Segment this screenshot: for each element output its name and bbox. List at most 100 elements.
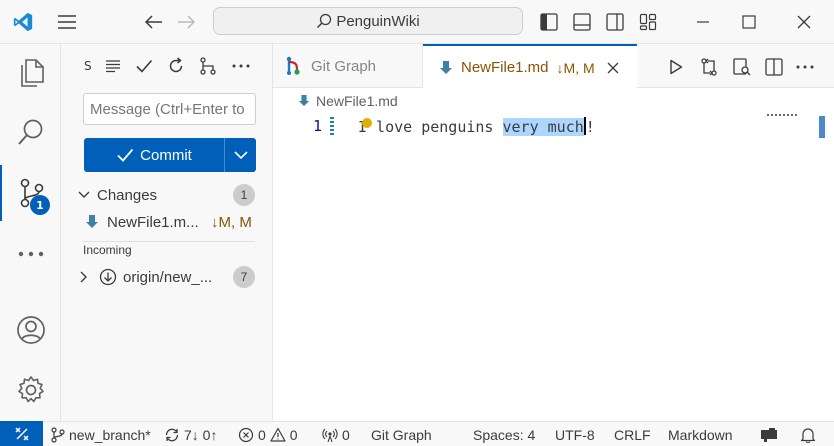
- code-line[interactable]: I love penguins very much!: [358, 116, 595, 138]
- customize-layout-icon[interactable]: [636, 0, 660, 44]
- source-control-sidebar: S Commit Changes 1 NewFile1.m... ↓M, M I…: [61, 44, 273, 421]
- toggle-primary-sidebar-icon[interactable]: [537, 0, 561, 44]
- indentation-status[interactable]: Spaces: 4: [473, 422, 535, 446]
- eol-status[interactable]: CRLF: [614, 422, 651, 446]
- warning-count: 0: [289, 426, 298, 443]
- status-bar: new_branch* 7↓ 0↑ 0 0 0 Git Graph Spaces…: [0, 421, 834, 446]
- tab-git-graph-label: Git Graph: [311, 57, 377, 75]
- hamburger-menu-icon[interactable]: [52, 0, 82, 44]
- markdown-file-icon: [440, 60, 452, 74]
- tab-close-icon[interactable]: [607, 62, 619, 74]
- feedback-icon[interactable]: [760, 422, 778, 446]
- commit-message-input[interactable]: [83, 93, 256, 125]
- accounts-icon[interactable]: [0, 302, 61, 358]
- incoming-label: Incoming: [83, 243, 132, 257]
- incoming-count-badge: 7: [233, 266, 255, 288]
- more-actions-icon[interactable]: [794, 56, 816, 78]
- lightbulb-icon[interactable]: [362, 118, 372, 128]
- incoming-divider: [83, 241, 255, 242]
- source-control-badge: 1: [30, 195, 50, 215]
- sync-counts: 7↓ 0↑: [184, 426, 218, 443]
- open-preview-icon[interactable]: [731, 56, 753, 78]
- source-control-icon[interactable]: 1: [0, 165, 61, 221]
- code-text-before: I love penguins: [358, 118, 503, 136]
- vscode-logo-icon: [8, 0, 38, 44]
- command-center-text: PenguinWiki: [336, 12, 420, 30]
- changes-label: Changes: [97, 186, 158, 204]
- change-file-name: NewFile1.m...: [107, 213, 199, 231]
- open-changes-icon[interactable]: [698, 56, 720, 78]
- run-icon[interactable]: [665, 56, 687, 78]
- search-icon: [317, 13, 332, 29]
- search-icon[interactable]: [0, 104, 61, 160]
- warning-icon: [270, 427, 286, 442]
- split-editor-icon[interactable]: [763, 56, 785, 78]
- sync-icon: [165, 428, 179, 441]
- toggle-panel-icon[interactable]: [570, 0, 594, 44]
- commit-button-group: Commit: [84, 138, 256, 172]
- notifications-bell-icon[interactable]: [800, 422, 816, 446]
- commit-button[interactable]: Commit: [84, 138, 225, 172]
- git-graph-icon: [286, 56, 300, 75]
- branch-indicator[interactable]: new_branch*: [51, 422, 151, 446]
- changes-group-header[interactable]: Changes 1: [61, 183, 273, 207]
- chevron-down-icon: [78, 191, 90, 198]
- sidebar-title: S: [84, 59, 92, 73]
- minimize-icon[interactable]: [680, 0, 726, 44]
- branch-graph-icon[interactable]: [198, 56, 218, 76]
- breadcrumb[interactable]: NewFile1.md: [298, 93, 398, 109]
- scrollbar-slider[interactable]: [819, 116, 825, 138]
- changes-count-badge: 1: [233, 184, 255, 206]
- code-text-after: !: [585, 118, 595, 136]
- incoming-item-label: origin/new_...: [123, 268, 213, 286]
- commit-check-icon[interactable]: [134, 56, 154, 76]
- refresh-icon[interactable]: [166, 56, 186, 76]
- command-center-search[interactable]: PenguinWiki: [213, 7, 523, 35]
- explorer-icon[interactable]: [0, 45, 61, 101]
- branch-name: new_branch*: [69, 426, 151, 443]
- incoming-item[interactable]: origin/new_... 7: [61, 265, 273, 289]
- git-graph-status[interactable]: Git Graph: [371, 422, 432, 446]
- minimap[interactable]: [767, 114, 799, 116]
- editor-area[interactable]: NewFile1.md 1 I love penguins very much!: [273, 89, 834, 421]
- sync-indicator[interactable]: 7↓ 0↑: [164, 422, 217, 446]
- check-icon: [117, 148, 134, 162]
- ports-count: 0: [342, 426, 350, 443]
- problems-indicator[interactable]: 0 0: [238, 422, 298, 446]
- incoming-arrow-icon: [99, 268, 117, 286]
- maximize-icon[interactable]: [726, 0, 772, 44]
- remote-icon: [14, 427, 29, 441]
- branch-icon: [51, 426, 65, 443]
- change-list-item[interactable]: NewFile1.m... ↓M, M: [61, 210, 273, 234]
- language-status[interactable]: Markdown: [668, 422, 733, 446]
- toggle-secondary-sidebar-icon[interactable]: [603, 0, 627, 44]
- error-count: 0: [258, 426, 266, 443]
- commit-button-label: Commit: [140, 146, 192, 164]
- markdown-file-icon: [86, 215, 98, 228]
- encoding-status[interactable]: UTF-8: [555, 422, 595, 446]
- ports-indicator[interactable]: 0: [322, 422, 350, 446]
- change-file-status: ↓M, M: [211, 213, 252, 231]
- code-selection: very much: [502, 118, 584, 136]
- title-bar: PenguinWiki: [0, 0, 834, 44]
- commit-dropdown-button[interactable]: [225, 138, 256, 172]
- close-icon[interactable]: [780, 0, 828, 44]
- tab-git-graph[interactable]: Git Graph: [273, 44, 423, 88]
- manage-gear-icon[interactable]: [0, 362, 61, 418]
- broadcast-icon: [322, 428, 338, 442]
- arrow-right-icon[interactable]: [172, 0, 200, 44]
- tab-newfile1[interactable]: NewFile1.md ↓M, M: [423, 44, 637, 89]
- remote-indicator[interactable]: [0, 421, 43, 446]
- activity-bar: 1: [0, 44, 61, 421]
- line-number: 1: [313, 117, 323, 135]
- breadcrumb-file: NewFile1.md: [316, 93, 398, 109]
- chevron-right-icon: [80, 271, 87, 283]
- more-icon[interactable]: [0, 226, 61, 282]
- arrow-left-icon[interactable]: [140, 0, 168, 44]
- more-actions-icon[interactable]: [231, 56, 251, 76]
- error-icon: [238, 427, 254, 442]
- gutter-modified-indicator[interactable]: [330, 117, 334, 137]
- tab-newfile1-status: ↓M, M: [556, 59, 595, 76]
- view-as-list-icon[interactable]: [103, 56, 123, 76]
- chevron-down-icon: [233, 151, 248, 160]
